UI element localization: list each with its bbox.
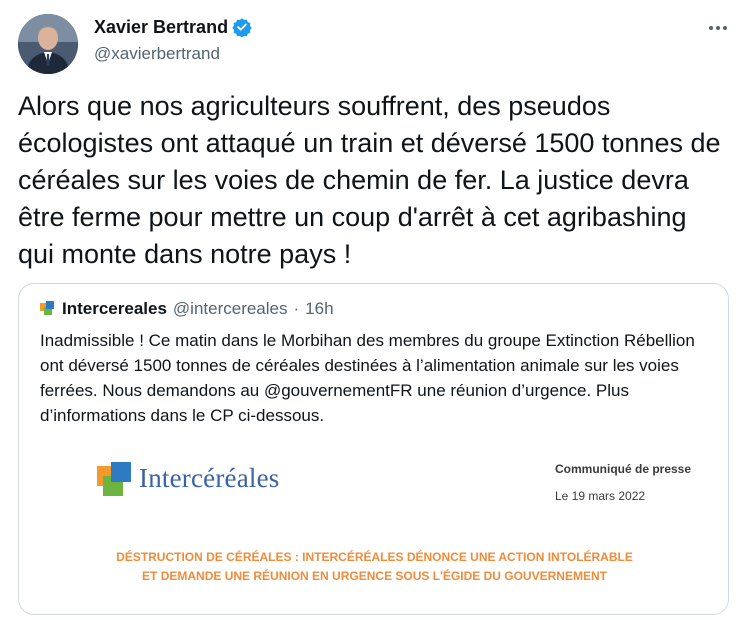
author-avatar[interactable]	[18, 14, 78, 74]
document-date: Le 19 mars 2022	[555, 489, 646, 503]
separator-dot: ·	[293, 299, 300, 318]
quoted-tweet-text: Inadmissible ! Ce matin dans le Morbihan…	[40, 331, 695, 425]
quoted-author-name[interactable]: Intercereales	[62, 299, 167, 319]
dot	[716, 26, 720, 30]
more-options-icon[interactable]	[704, 18, 732, 38]
author-block: Xavier Bertrand @xavierbertrand	[94, 16, 252, 64]
headline-line-1: DÉSTRUCTION DE CÉRÉALES : INTERCÉRÉALES …	[116, 550, 633, 564]
headline-line-2: ET DEMANDE UNE RÉUNION EN URGENCE SOUS L…	[142, 569, 607, 583]
quoted-author-handle[interactable]: @intercereales	[173, 299, 288, 319]
dot	[709, 26, 713, 30]
author-name-row: Xavier Bertrand	[94, 16, 252, 38]
author-display-name[interactable]: Xavier Bertrand	[94, 17, 228, 38]
verified-badge-icon	[232, 17, 252, 38]
intercereales-logo: Intercéréales	[97, 460, 280, 496]
profile-photo-icon	[18, 14, 78, 74]
author-handle[interactable]: @xavierbertrand	[94, 44, 252, 64]
quoted-author-avatar-icon[interactable]	[40, 301, 56, 317]
quoted-tweet-header: Intercereales @intercereales · 16h	[40, 298, 334, 320]
tweet-card: Xavier Bertrand @xavierbertrand Alors qu…	[0, 0, 747, 620]
quoted-tweet-time[interactable]: 16h	[305, 299, 333, 319]
quoted-tweet[interactable]: Intercereales @intercereales · 16h Inadm…	[18, 283, 729, 615]
dot	[723, 26, 727, 30]
press-release-image[interactable]: Intercéréales Communiqué de presse Le 19…	[19, 432, 728, 614]
document-headline: DÉSTRUCTION DE CÉRÉALES : INTERCÉRÉALES …	[19, 548, 728, 586]
intercereales-logo-mark-icon	[97, 460, 133, 496]
document-type: Communiqué de presse	[555, 462, 692, 476]
tweet-text: Alors que nos agriculteurs souffrent, de…	[18, 91, 721, 269]
logo-wordmark: Intercéréales	[139, 462, 280, 493]
